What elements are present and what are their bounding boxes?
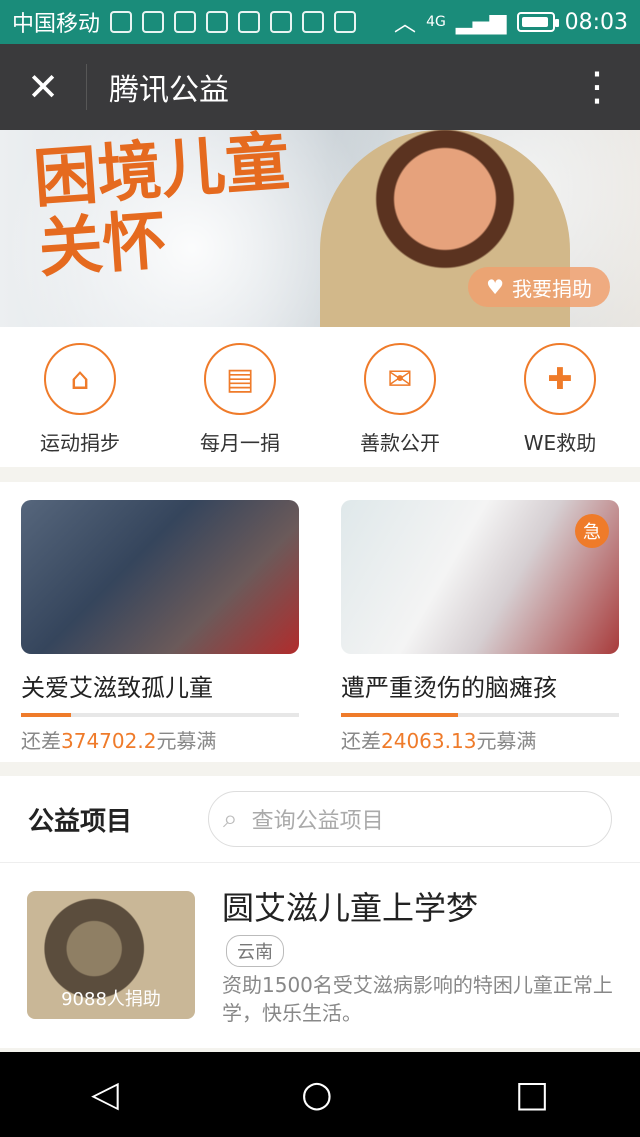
recent-apps-icon[interactable]: □ — [515, 1074, 549, 1115]
keyboard-icon — [270, 11, 293, 33]
banner-headline: 困境儿童 关怀 — [31, 130, 296, 287]
progress-fill — [21, 713, 72, 717]
status-right: ︿ 4G ▂▄▆ 08:03 — [394, 6, 628, 38]
featured-card-progress — [341, 713, 619, 717]
back-icon[interactable]: ◁ — [91, 1074, 119, 1115]
search-icon: ⌕ — [223, 803, 238, 834]
heart-icon: ♥ — [486, 275, 504, 299]
project-title: 圆艾滋儿童上学梦 — [222, 889, 479, 927]
donate-button[interactable]: ♥ 我要捐助 — [468, 267, 610, 307]
more-icon: ⋮ — [577, 64, 617, 110]
remain-suffix: 元募满 — [476, 729, 537, 753]
title-bar: ✕ 腾讯公益 ⋮ — [0, 44, 640, 130]
status-bar: 中国移动 ︿ 4G ▂▄▆ 08:03 — [0, 0, 640, 44]
featured-card-progress — [21, 713, 299, 717]
remain-prefix: 还差 — [341, 729, 381, 753]
featured-card-title: 关爱艾滋致孤儿童 — [21, 674, 213, 702]
quick-entry-bar: ⌂ 运动捐步 ▤ 每月一捐 ✉ 善款公开 ✚ WE救助 — [0, 327, 640, 467]
search-placeholder: 查询公益项目 — [251, 809, 384, 834]
remain-prefix: 还差 — [21, 729, 61, 753]
remain-amount: 24063.13 — [381, 729, 477, 753]
signal-icon: ▂▄▆ — [455, 9, 507, 35]
home-icon[interactable]: ○ — [301, 1074, 332, 1115]
hero-banner[interactable]: 困境儿童 关怀 ♥ 我要捐助 — [0, 130, 640, 327]
progress-fill — [341, 713, 458, 717]
project-search-input[interactable]: ⌕ 查询公益项目 — [208, 791, 612, 847]
donate-label: 我要捐助 — [512, 276, 592, 301]
donor-count: 9088人捐助 — [61, 989, 161, 1010]
mail-notify-icon — [238, 11, 261, 33]
calendar-icon: ▤ — [204, 343, 276, 415]
featured-card[interactable]: 急 遭严重烫伤的脑瘫孩 还差24063.13元募满 — [341, 500, 619, 754]
title-divider — [86, 64, 87, 110]
page-title: 腾讯公益 — [109, 73, 229, 108]
featured-card-image: 急 — [341, 500, 619, 654]
status-icons — [110, 11, 357, 33]
network-type: 4G — [426, 14, 446, 30]
urgent-badge: 急 — [575, 514, 609, 548]
image-notify-icon — [334, 11, 357, 33]
projects-header: 公益项目 ⌕ 查询公益项目 — [0, 776, 640, 862]
remain-suffix: 元募满 — [156, 729, 217, 753]
close-icon: ✕ — [27, 65, 59, 109]
clock: 08:03 — [564, 9, 628, 35]
project-thumbnail: 9088人捐助 — [27, 891, 195, 1019]
featured-card-title: 遭严重烫伤的脑瘫孩 — [341, 674, 557, 702]
medkit-icon: ✚ — [524, 343, 596, 415]
app-notify-icon — [302, 11, 325, 33]
quick-entry-transparency[interactable]: ✉ 善款公开 — [335, 343, 465, 467]
featured-card-image — [21, 500, 299, 654]
featured-projects: 关爱艾滋致孤儿童 还差374702.2元募满 急 遭严重烫伤的脑瘫孩 还差240… — [0, 482, 640, 762]
wifi-off-icon — [174, 11, 197, 33]
quick-entry-label: 运动捐步 — [40, 431, 120, 455]
remain-amount: 374702.2 — [61, 729, 157, 753]
quick-entry-label: 善款公开 — [360, 431, 440, 455]
quick-entry-label: 每月一捐 — [200, 431, 280, 455]
carrier-name: 中国移动 — [12, 12, 101, 37]
project-region-tag: 云南 — [226, 935, 284, 967]
system-nav-bar: ◁ ○ □ — [0, 1052, 640, 1137]
quick-entry-monthly[interactable]: ▤ 每月一捐 — [175, 343, 305, 467]
location-icon — [110, 11, 133, 33]
sim-icon — [142, 11, 165, 33]
featured-card-remaining: 还差374702.2元募满 — [21, 725, 299, 754]
shoe-icon: ⌂ — [44, 343, 116, 415]
wifi-icon: ︿ — [394, 12, 417, 37]
mail-icon: ✉ — [364, 343, 436, 415]
quick-entry-step-donation[interactable]: ⌂ 运动捐步 — [15, 343, 145, 467]
quick-entry-we-rescue[interactable]: ✚ WE救助 — [495, 343, 625, 467]
sdcard-icon — [206, 11, 229, 33]
project-list-item[interactable]: 9088人捐助 圆艾滋儿童上学梦 云南 资助1500名受艾滋病影响的特困儿童正常… — [0, 862, 640, 1048]
projects-section-title: 公益项目 — [28, 806, 133, 837]
quick-entry-label: WE救助 — [523, 431, 597, 455]
featured-card[interactable]: 关爱艾滋致孤儿童 还差374702.2元募满 — [21, 500, 299, 754]
battery-icon — [516, 12, 559, 32]
project-description: 资助1500名受艾滋病影响的特困儿童正常上学，快乐生活。 — [222, 973, 613, 1025]
more-menu-button[interactable]: ⋮ — [554, 44, 640, 130]
featured-card-remaining: 还差24063.13元募满 — [341, 725, 619, 754]
close-button[interactable]: ✕ — [0, 44, 86, 130]
